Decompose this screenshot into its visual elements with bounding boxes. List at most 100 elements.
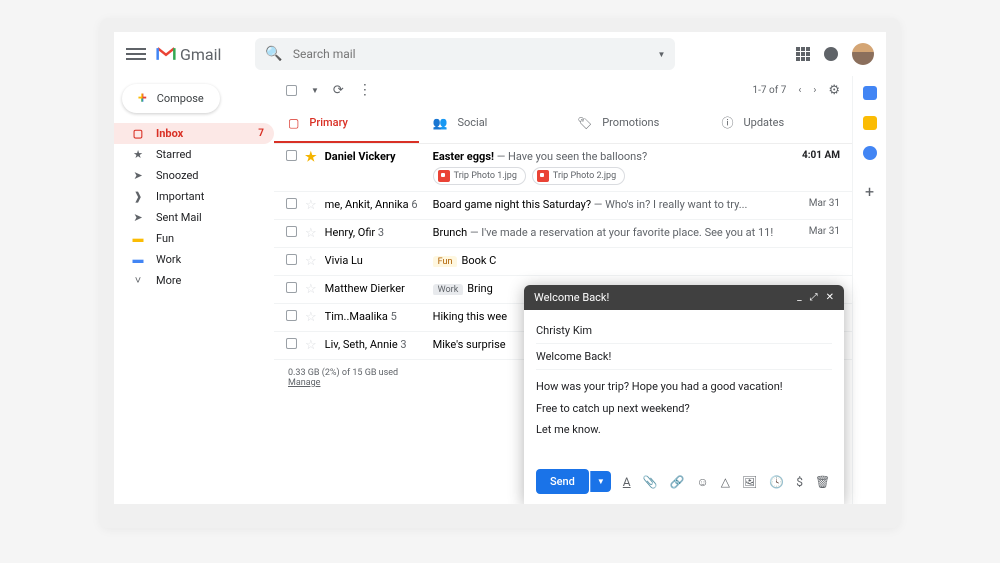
hamburger-menu-icon[interactable] [126, 44, 146, 64]
nav-label: More [156, 274, 181, 287]
notifications-icon[interactable] [824, 47, 838, 61]
attachment-chip[interactable]: Trip Photo 1.jpg [433, 167, 526, 185]
google-apps-icon[interactable] [796, 47, 810, 61]
row-checkbox[interactable] [286, 150, 297, 161]
next-page-icon[interactable]: › [813, 85, 816, 96]
label-chip: Fun [433, 256, 458, 267]
sender: me, Ankit, Annika 6 [325, 198, 425, 211]
mail-row[interactable]: ☆ me, Ankit, Annika 6 Board game night t… [274, 192, 852, 220]
subject: Board game night this Saturday? [433, 198, 591, 211]
star-icon[interactable]: ☆ [305, 254, 317, 269]
send-button[interactable]: Send [536, 469, 589, 494]
subject: Mike's surprise [433, 338, 506, 351]
star-icon[interactable]: ☆ [305, 198, 317, 213]
sidebar: + Compose ▢ Inbox 7★ Starred ➤ Snoozed ❱… [114, 76, 274, 504]
sidebar-item-work[interactable]: ▬ Work [114, 249, 274, 270]
tab-icon: 🏷 [577, 116, 592, 130]
row-checkbox[interactable] [286, 254, 297, 265]
star-icon[interactable]: ☆ [305, 226, 317, 241]
sidebar-item-inbox[interactable]: ▢ Inbox 7 [114, 123, 274, 144]
plus-icon: + [138, 92, 147, 105]
star-icon[interactable]: ★ [305, 150, 317, 165]
side-panel: + [852, 76, 886, 504]
label-chip: Work [433, 284, 464, 295]
photo-icon [537, 170, 549, 182]
sidebar-item-important[interactable]: ❱ Important [114, 186, 274, 207]
compose-body-text[interactable]: How was your trip? Hope you had a good v… [536, 370, 832, 451]
row-checkbox[interactable] [286, 310, 297, 321]
tab-label: Social [457, 116, 487, 129]
photo-icon[interactable]: 🖼 [742, 475, 757, 489]
storage-manage-link[interactable]: Manage [288, 378, 320, 388]
row-checkbox[interactable] [286, 226, 297, 237]
prev-page-icon[interactable]: ‹ [798, 85, 801, 96]
sender: Vivia Lu [325, 254, 425, 267]
search-bar[interactable]: 🔍 ▼ [255, 38, 675, 70]
compose-button[interactable]: + Compose [122, 84, 220, 113]
attach-icon[interactable]: 📎 [643, 475, 658, 489]
date: 4:01 AM [802, 150, 840, 161]
star-icon[interactable]: ☆ [305, 282, 317, 297]
compose-header[interactable]: Welcome Back! _ ⤢ ✕ [524, 285, 844, 310]
minimize-icon[interactable]: _ [797, 292, 802, 303]
mail-row[interactable]: ☆ Vivia Lu FunBook C [274, 248, 852, 276]
close-icon[interactable]: ✕ [826, 292, 834, 303]
to-field[interactable]: Christy Kim [536, 318, 832, 344]
app-name: Gmail [180, 45, 221, 64]
row-checkbox[interactable] [286, 282, 297, 293]
tab-social[interactable]: 👥 Social [419, 104, 564, 143]
tab-updates[interactable]: ⓘUpdates [708, 104, 853, 143]
discard-icon[interactable]: 🗑 [815, 475, 830, 489]
row-checkbox[interactable] [286, 198, 297, 209]
add-addon-icon[interactable]: + [865, 182, 874, 201]
compose-more-icon[interactable]: ⋮ [842, 475, 844, 489]
compose-line: Free to catch up next weekend? [536, 400, 832, 418]
subject: Brunch [433, 226, 468, 239]
select-all-checkbox[interactable] [286, 85, 297, 96]
refresh-icon[interactable]: ⟳ [333, 83, 344, 98]
sidebar-item-more[interactable]: ˅ More [114, 270, 274, 291]
calendar-icon[interactable] [863, 86, 877, 100]
emoji-icon[interactable]: ☺ [697, 475, 709, 489]
gmail-logo[interactable]: Gmail [156, 45, 221, 64]
tasks-icon[interactable] [863, 146, 877, 160]
format-icon[interactable]: A [623, 475, 631, 489]
date: Mar 31 [809, 226, 840, 237]
settings-gear-icon[interactable]: ⚙ [828, 83, 840, 98]
sidebar-item-fun[interactable]: ▬ Fun [114, 228, 274, 249]
subject: Hiking this wee [433, 310, 507, 323]
attachment-chip[interactable]: Trip Photo 2.jpg [532, 167, 625, 185]
sidebar-item-sent-mail[interactable]: ➤ Sent Mail [114, 207, 274, 228]
account-avatar[interactable] [852, 43, 874, 65]
subject-field[interactable]: Welcome Back! [536, 344, 832, 370]
select-dropdown-icon[interactable]: ▼ [311, 86, 319, 95]
subject: Book C [461, 254, 496, 267]
nav-icon: ▬ [132, 232, 144, 245]
compose-title: Welcome Back! [534, 291, 609, 304]
send-dropdown-icon[interactable]: ▼ [590, 471, 611, 492]
confidential-icon[interactable]: 🕓 [769, 475, 784, 489]
tab-promotions[interactable]: 🏷Promotions [563, 104, 708, 143]
more-icon[interactable]: ⋮ [358, 82, 372, 98]
mail-row[interactable]: ☆ Henry, Ofir 3 Brunch — I've made a res… [274, 220, 852, 248]
search-dropdown-icon[interactable]: ▼ [658, 50, 666, 59]
row-checkbox[interactable] [286, 338, 297, 349]
mail-row[interactable]: ★ Daniel Vickery Easter eggs! — Have you… [274, 144, 852, 192]
sender: Tim..Maalika 5 [325, 310, 425, 323]
drive-icon[interactable]: △ [721, 475, 730, 489]
tab-icon: 👥 [433, 116, 448, 130]
sidebar-item-snoozed[interactable]: ➤ Snoozed [114, 165, 274, 186]
link-icon[interactable]: 🔗 [670, 475, 685, 489]
star-icon[interactable]: ☆ [305, 310, 317, 325]
tab-primary[interactable]: ▢Primary [274, 104, 419, 143]
subject: Easter eggs! [433, 150, 494, 163]
compose-window: Welcome Back! _ ⤢ ✕ Christy Kim Welcome … [524, 285, 844, 504]
expand-icon[interactable]: ⤢ [810, 292, 818, 303]
keep-icon[interactable] [863, 116, 877, 130]
search-input[interactable] [293, 47, 658, 61]
sidebar-item-starred[interactable]: ★ Starred [114, 144, 274, 165]
star-icon[interactable]: ☆ [305, 338, 317, 353]
nav-label: Starred [156, 148, 192, 161]
money-icon[interactable]: $ [796, 475, 803, 489]
search-icon: 🔍 [265, 46, 282, 62]
